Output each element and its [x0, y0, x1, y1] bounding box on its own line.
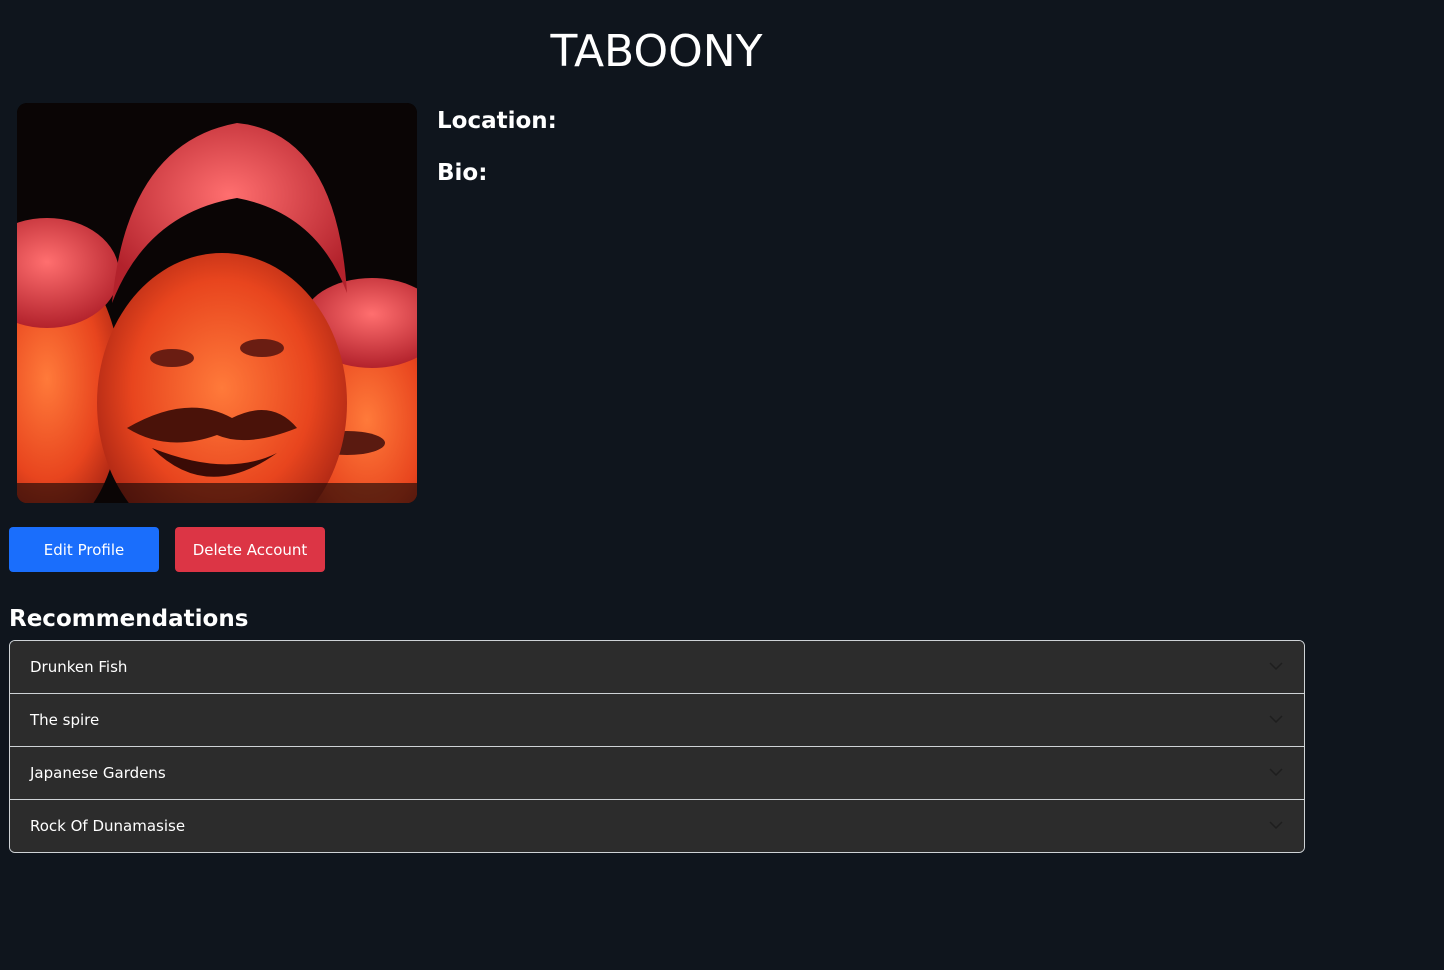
avatar-image [17, 103, 417, 503]
accordion-item[interactable]: Japanese Gardens [10, 746, 1304, 799]
location-label: Location: [437, 108, 557, 134]
accordion-item-label: Drunken Fish [30, 658, 128, 676]
edit-profile-button[interactable]: Edit Profile [9, 527, 159, 572]
chevron-down-icon [1269, 662, 1283, 671]
chevron-down-icon [1269, 768, 1283, 777]
accordion-item[interactable]: The spire [10, 693, 1304, 746]
accordion-item-label: Rock Of Dunamasise [30, 817, 186, 835]
profile-info: Location: Bio: [437, 106, 557, 210]
recommendations-heading: Recommendations [9, 606, 249, 632]
accordion-item-label: Japanese Gardens [30, 764, 166, 782]
avatar [17, 103, 417, 503]
chevron-down-icon [1269, 715, 1283, 724]
bio-label: Bio: [437, 160, 488, 186]
delete-account-button[interactable]: Delete Account [175, 527, 325, 572]
accordion-item[interactable]: Rock Of Dunamasise [10, 799, 1304, 852]
profile-page: TABOONY Location: Bio: Edit Profile Dele… [0, 0, 1444, 970]
accordion-item[interactable]: Drunken Fish [10, 641, 1304, 693]
chevron-down-icon [1269, 821, 1283, 830]
accordion-item-label: The spire [30, 711, 100, 729]
recommendations-accordion: Drunken Fish The spire Japanese Gardens … [9, 640, 1305, 853]
username-title: TABOONY [550, 26, 763, 77]
